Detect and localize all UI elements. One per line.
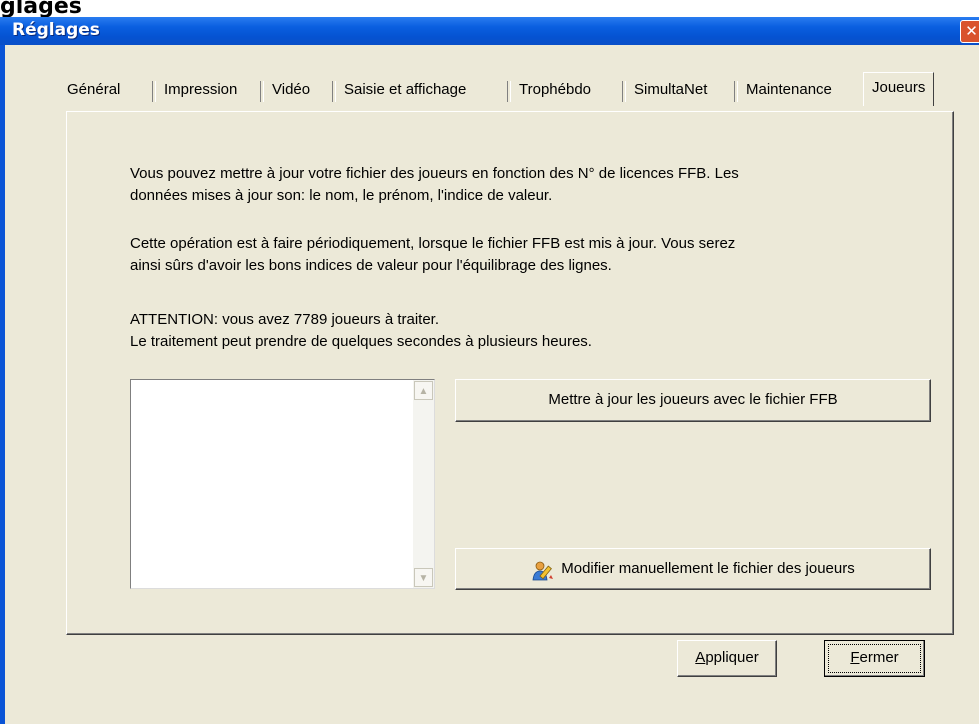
tab-impression[interactable]: Impression	[164, 76, 237, 104]
tab-separator	[260, 81, 264, 102]
tab-general[interactable]: Général	[67, 76, 120, 104]
tab-saisie-affichage[interactable]: Saisie et affichage	[344, 76, 466, 104]
tab-separator	[622, 81, 626, 102]
log-listbox[interactable]: ▲ ▼	[130, 379, 435, 589]
close-icon[interactable]: ✕	[960, 20, 979, 43]
warning-line-1: ATTENTION: vous avez 7789 joueurs à trai…	[130, 311, 440, 328]
settings-dialog: Réglages ✕ Général Impression Vidéo Sais…	[0, 17, 979, 724]
focus-rectangle	[828, 644, 921, 673]
scroll-down-icon[interactable]: ▼	[414, 568, 433, 587]
apply-label: ppliquer	[705, 649, 759, 666]
manual-edit-label: Modifier manuellement le fichier des jou…	[561, 560, 855, 577]
tab-simultanet[interactable]: SimultaNet	[634, 76, 707, 104]
intro-paragraph: Vous pouvez mettre à jour votre fichier …	[130, 163, 910, 207]
tab-video[interactable]: Vidéo	[272, 76, 310, 104]
periodic-line-1: Cette opération est à faire périodiqueme…	[130, 235, 736, 252]
window-title: Réglages	[12, 20, 100, 40]
periodic-line-2: ainsi sûrs d'avoir les bons indices de v…	[130, 257, 612, 274]
manual-edit-button[interactable]: Modifier manuellement le fichier des jou…	[455, 548, 931, 590]
listbox-scrollbar[interactable]: ▲ ▼	[413, 380, 434, 588]
intro-line-1: Vous pouvez mettre à jour votre fichier …	[130, 165, 739, 182]
close-button[interactable]: Fermer	[824, 640, 925, 677]
apply-mnemonic: A	[695, 649, 706, 666]
update-ffb-button[interactable]: Mettre à jour les joueurs avec le fichie…	[455, 379, 931, 422]
tab-joueurs[interactable]: Joueurs	[863, 72, 935, 106]
periodic-paragraph: Cette opération est à faire périodiqueme…	[130, 233, 910, 277]
scroll-up-icon[interactable]: ▲	[414, 381, 433, 400]
tab-trophebdo[interactable]: Trophébdo	[519, 76, 591, 104]
tab-separator	[507, 81, 511, 102]
window-left-border	[0, 45, 5, 724]
edit-player-icon	[531, 558, 555, 581]
warning-paragraph: ATTENTION: vous avez 7789 joueurs à trai…	[130, 309, 910, 353]
apply-button[interactable]: Appliquer	[677, 640, 777, 677]
title-bar[interactable]: Réglages ✕	[0, 17, 979, 45]
tab-separator	[332, 81, 336, 102]
warning-line-2: Le traitement peut prendre de quelques s…	[130, 333, 592, 350]
tab-separator	[152, 81, 156, 102]
intro-line-2: données mises à jour son: le nom, le pré…	[130, 187, 553, 204]
tab-maintenance[interactable]: Maintenance	[746, 76, 832, 104]
tab-separator	[734, 81, 738, 102]
